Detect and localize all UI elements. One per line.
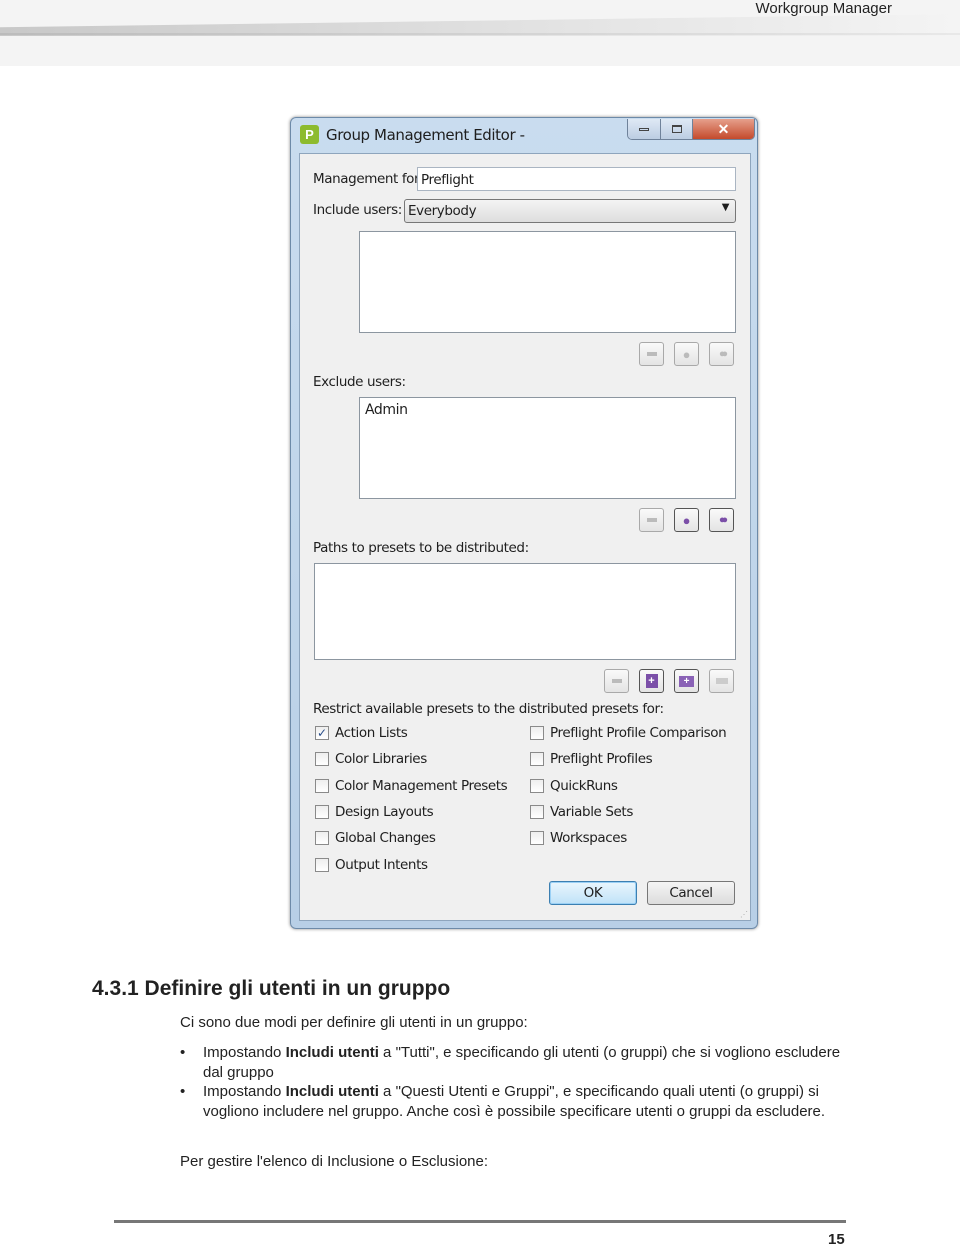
outro-text: Per gestire l'elenco di Inclusione o Esc…	[180, 1153, 489, 1170]
bullet-icon: •	[180, 1044, 186, 1061]
checkbox-label: Action Lists	[335, 725, 408, 741]
minus-icon	[646, 352, 657, 356]
ok-button[interactable]: OK	[549, 881, 637, 905]
exclude-user-item[interactable]: Admin	[365, 402, 730, 418]
remove-path-button[interactable]	[604, 669, 629, 693]
group-management-editor-window: P Group Management Editor - ✕ Management…	[290, 117, 758, 929]
bullet-text: Impostando	[203, 1044, 286, 1061]
user-icon: ●	[682, 346, 691, 362]
paths-list[interactable]	[314, 563, 736, 660]
minimize-icon	[639, 127, 649, 131]
checkbox-label: Global Changes	[335, 830, 436, 847]
checkbox-label: Color Libraries	[335, 751, 427, 768]
intro-text: Ci sono due modi per definire gli utenti…	[180, 1014, 528, 1031]
chevron-down-icon: ▼	[721, 202, 730, 213]
restrict-label: Restrict available presets to the distri…	[313, 701, 664, 717]
header-rule	[0, 33, 960, 35]
checkbox-label: Output Intents	[335, 856, 428, 873]
remove-exclude-button[interactable]	[639, 508, 664, 532]
checkbox-workspaces[interactable]: Workspaces	[530, 830, 627, 846]
header-title: Workgroup Manager	[755, 0, 892, 17]
checkbox-icon[interactable]	[315, 857, 329, 872]
exclude-users-list[interactable]: Admin	[359, 397, 736, 499]
bullet-text: Impostando	[203, 1083, 286, 1100]
checkbox-label: Variable Sets	[550, 803, 633, 820]
exclude-users-label: Exclude users:	[313, 374, 406, 390]
page-number: 15	[828, 1231, 845, 1248]
include-users-dropdown[interactable]: Everybody ▼	[404, 199, 736, 223]
include-users-list[interactable]	[359, 231, 736, 333]
checkbox-color-management-presets[interactable]: Color Management Presets	[315, 777, 508, 794]
checkbox-label: Preflight Profile Comparison	[550, 725, 727, 741]
remove-include-button[interactable]	[639, 342, 664, 366]
checkbox-label: Color Management Presets	[335, 777, 508, 794]
app-logo-icon: P	[300, 125, 319, 144]
checkbox-action-lists[interactable]: ✓ Action Lists	[315, 725, 408, 741]
checkbox-label: Workspaces	[550, 830, 627, 847]
checkbox-icon[interactable]	[530, 831, 544, 846]
dialog-body: Management for Preflight Include users: …	[299, 153, 751, 921]
group-icon: ●●	[718, 348, 729, 360]
checkbox-icon[interactable]	[530, 752, 544, 767]
section-heading: 4.3.1 Definire gli utenti in un gruppo	[92, 977, 451, 1000]
bullet-item: • Impostando Includi utenti a "Tutti", e…	[180, 1043, 850, 1082]
add-folder-icon: +	[679, 675, 694, 687]
maximize-button[interactable]	[661, 119, 693, 139]
resize-grip-icon[interactable]: ⋰	[740, 910, 748, 919]
add-file-button[interactable]: +	[639, 669, 664, 693]
close-button[interactable]: ✕	[693, 119, 754, 139]
checkbox-icon[interactable]	[315, 831, 329, 846]
add-folder-button[interactable]: +	[674, 669, 699, 693]
checkbox-icon[interactable]	[530, 778, 544, 793]
bullet-bold: Includi utenti	[285, 1044, 379, 1061]
checkbox-preflight-profile-comparison[interactable]: Preflight Profile Comparison	[530, 725, 727, 741]
checkbox-preflight-profiles[interactable]: Preflight Profiles	[530, 751, 653, 768]
add-exclude-group-button[interactable]: ●●	[709, 508, 734, 532]
checkbox-label: Design Layouts	[335, 803, 434, 820]
edit-path-button[interactable]	[709, 669, 734, 693]
bullet-bold: Includi utenti	[285, 1083, 379, 1100]
checkbox-icon[interactable]	[315, 804, 329, 819]
cancel-button[interactable]: Cancel	[647, 881, 735, 905]
footer-rule	[114, 1220, 846, 1223]
bullet-icon: •	[180, 1083, 186, 1100]
checkbox-label: Preflight Profiles	[550, 751, 653, 768]
window-title: Group Management Editor -	[326, 126, 525, 144]
checkbox-icon[interactable]	[530, 726, 544, 740]
checkbox-design-layouts[interactable]: Design Layouts	[315, 803, 434, 820]
add-include-group-button[interactable]: ●●	[709, 342, 734, 366]
include-users-value: Everybody	[408, 203, 477, 219]
bullet-item: • Impostando Includi utenti a "Questi Ut…	[180, 1082, 850, 1121]
user-icon: ●	[682, 512, 691, 528]
add-include-user-button[interactable]: ●	[674, 342, 699, 366]
paths-label: Paths to presets to be distributed:	[313, 540, 529, 556]
minimize-button[interactable]	[628, 119, 661, 139]
management-for-field[interactable]: Preflight	[417, 167, 736, 191]
minus-icon	[611, 679, 622, 683]
checkbox-icon[interactable]	[530, 804, 544, 819]
checkbox-output-intents[interactable]: Output Intents	[315, 857, 428, 873]
minus-icon	[646, 518, 657, 522]
checkbox-variable-sets[interactable]: Variable Sets	[530, 804, 633, 820]
checkbox-icon[interactable]: ✓	[315, 726, 329, 740]
checkbox-color-libraries[interactable]: Color Libraries	[315, 751, 427, 767]
checkbox-quickruns[interactable]: QuickRuns	[530, 778, 618, 794]
management-for-label: Management for	[313, 171, 420, 187]
tag-icon	[715, 678, 728, 684]
checkbox-icon[interactable]	[315, 752, 329, 767]
checkbox-icon[interactable]	[315, 778, 329, 793]
group-icon: ●●	[718, 514, 729, 526]
add-file-icon: +	[645, 674, 658, 688]
checkbox-label: QuickRuns	[550, 777, 618, 794]
checkbox-global-changes[interactable]: Global Changes	[315, 830, 436, 847]
close-icon: ✕	[717, 121, 730, 137]
include-users-label: Include users:	[313, 202, 402, 218]
maximize-icon	[671, 125, 682, 133]
add-exclude-user-button[interactable]: ●	[674, 508, 699, 532]
